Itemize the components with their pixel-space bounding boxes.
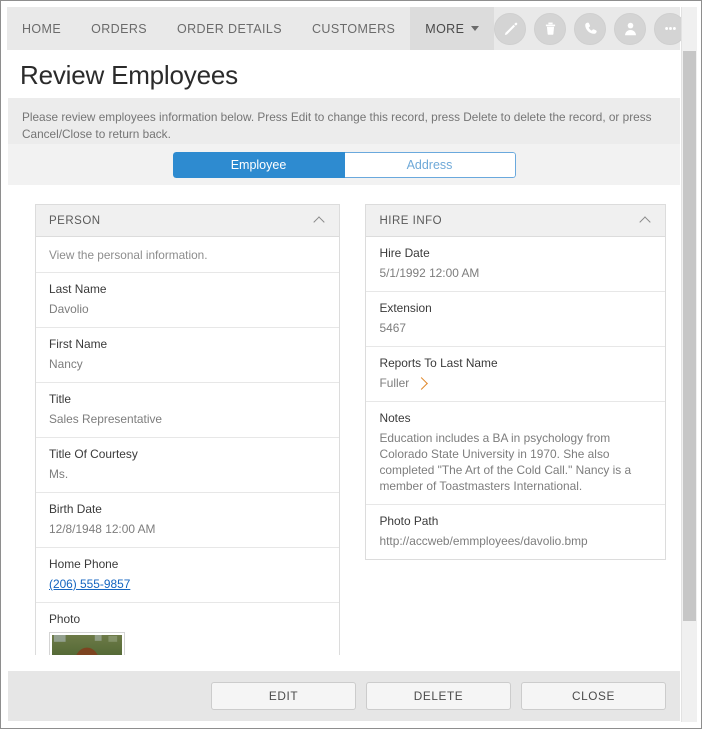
person-icon	[622, 20, 639, 37]
field-title: Title Sales Representative	[36, 383, 340, 438]
field-hire-date: Hire Date 5/1/1992 12:00 AM	[366, 237, 665, 292]
edit-button[interactable]: EDIT	[211, 682, 356, 710]
field-label: Hire Date	[379, 246, 430, 260]
chevron-up-icon[interactable]	[315, 215, 326, 226]
field-value: Education includes a BA in psychology fr…	[379, 431, 632, 493]
field-label: Photo	[49, 612, 81, 626]
page-title: Review Employees	[8, 52, 680, 98]
trash-icon	[542, 20, 559, 37]
field-value: 12/8/1948 12:00 AM	[49, 522, 156, 536]
nav-link-more[interactable]: MORE	[410, 7, 495, 50]
field-value: Nancy	[49, 357, 83, 371]
field-value: Sales Representative	[49, 412, 163, 426]
tab-label: Employee	[230, 157, 287, 172]
chevron-up-icon[interactable]	[641, 215, 652, 226]
nav-link-label: HOME	[22, 21, 62, 36]
ellipsis-icon	[662, 20, 679, 37]
field-first-name: First Name Nancy	[36, 328, 340, 383]
button-label: DELETE	[413, 689, 464, 703]
field-home-phone: Home Phone (206) 555-9857	[36, 548, 340, 603]
person-action-button[interactable]	[614, 12, 647, 45]
pencil-icon	[502, 20, 519, 37]
field-reports-to-last-name: Reports To Last Name Fuller	[366, 347, 665, 402]
field-notes: Notes Education includes a BA in psychol…	[366, 402, 665, 505]
nav-links: HOME ORDERS ORDER DETAILS CUSTOMERS MORE	[7, 7, 495, 50]
button-label: EDIT	[268, 689, 299, 703]
employee-photo-frame	[49, 632, 125, 655]
tab-label: Address	[406, 157, 453, 172]
field-label: First Name	[49, 337, 108, 351]
field-last-name: Last Name Davolio	[36, 273, 340, 328]
avatar	[52, 635, 122, 655]
field-value: Davolio	[49, 302, 89, 316]
nav-link-label: MORE	[425, 21, 465, 36]
tab-employee[interactable]: Employee	[172, 151, 345, 178]
field-label: Extension	[379, 301, 432, 315]
nav-link-customers[interactable]: CUSTOMERS	[297, 7, 410, 50]
nav-link-orders[interactable]: ORDERS	[76, 7, 162, 50]
nav-link-home[interactable]: HOME	[7, 7, 76, 50]
delete-action-button[interactable]	[534, 12, 567, 45]
nav-link-label: ORDER DETAILS	[177, 21, 282, 36]
home-phone-link[interactable]: (206) 555-9857	[49, 576, 326, 592]
tab-group: Employee Address	[172, 151, 516, 178]
field-value: 5/1/1992 12:00 AM	[379, 266, 480, 280]
chevron-down-icon	[471, 26, 480, 31]
scrollbar-thumb[interactable]	[683, 51, 696, 621]
tab-strip: Employee Address	[8, 144, 680, 185]
person-panel-note: View the personal information.	[36, 237, 340, 273]
hire-info-panel-title: HIRE INFO	[379, 214, 443, 227]
field-title-of-courtesy: Title Of Courtesy Ms.	[36, 438, 340, 493]
button-label: CLOSE	[572, 689, 615, 703]
field-label: Reports To Last Name	[379, 356, 498, 370]
person-panel: PERSON View the personal information. La…	[35, 204, 341, 655]
footer-action-bar: EDIT DELETE CLOSE	[8, 671, 680, 721]
application-window: HOME ORDERS ORDER DETAILS CUSTOMERS MORE	[0, 0, 702, 729]
field-label: Photo Path	[379, 514, 439, 528]
field-value: http://accweb/emmployees/davolio.bmp	[379, 534, 588, 548]
field-label: Title Of Courtesy	[49, 447, 138, 461]
field-label: Home Phone	[49, 557, 119, 571]
person-panel-title: PERSON	[49, 214, 101, 227]
hire-info-panel-header[interactable]: HIRE INFO	[366, 205, 665, 237]
nav-link-label: ORDERS	[91, 21, 147, 36]
field-photo-path: Photo Path http://accweb/emmployees/davo…	[366, 505, 665, 559]
tab-address[interactable]: Address	[344, 151, 516, 178]
phone-icon	[582, 20, 599, 37]
field-birth-date: Birth Date 12/8/1948 12:00 AM	[36, 493, 340, 548]
nav-link-label: CUSTOMERS	[312, 21, 396, 36]
phone-action-button[interactable]	[574, 12, 607, 45]
chevron-right-icon[interactable]	[415, 376, 429, 390]
delete-button[interactable]: DELETE	[366, 682, 511, 710]
field-value: Fuller	[379, 376, 410, 390]
field-label: Title	[49, 392, 72, 406]
field-photo: Photo	[36, 603, 339, 655]
field-value: 5467	[379, 321, 406, 335]
hire-info-panel: HIRE INFO Hire Date 5/1/1992 12:00 AM Ex…	[365, 204, 666, 560]
field-label: Birth Date	[49, 502, 102, 516]
field-extension: Extension 5467	[366, 292, 665, 347]
vertical-scrollbar[interactable]	[681, 7, 697, 722]
nav-link-order-details[interactable]: ORDER DETAILS	[162, 7, 297, 50]
top-navigation-bar: HOME ORDERS ORDER DETAILS CUSTOMERS MORE	[7, 7, 687, 50]
close-button[interactable]: CLOSE	[521, 682, 666, 710]
reports-to-lookup[interactable]: Fuller	[379, 375, 652, 391]
nav-action-buttons	[494, 7, 696, 50]
field-label: Notes	[379, 411, 411, 425]
person-panel-header[interactable]: PERSON	[36, 205, 340, 237]
edit-action-button[interactable]	[494, 12, 527, 45]
field-label: Last Name	[49, 282, 107, 296]
field-value: Ms.	[49, 467, 69, 481]
content-area: PERSON View the personal information. La…	[8, 185, 680, 655]
